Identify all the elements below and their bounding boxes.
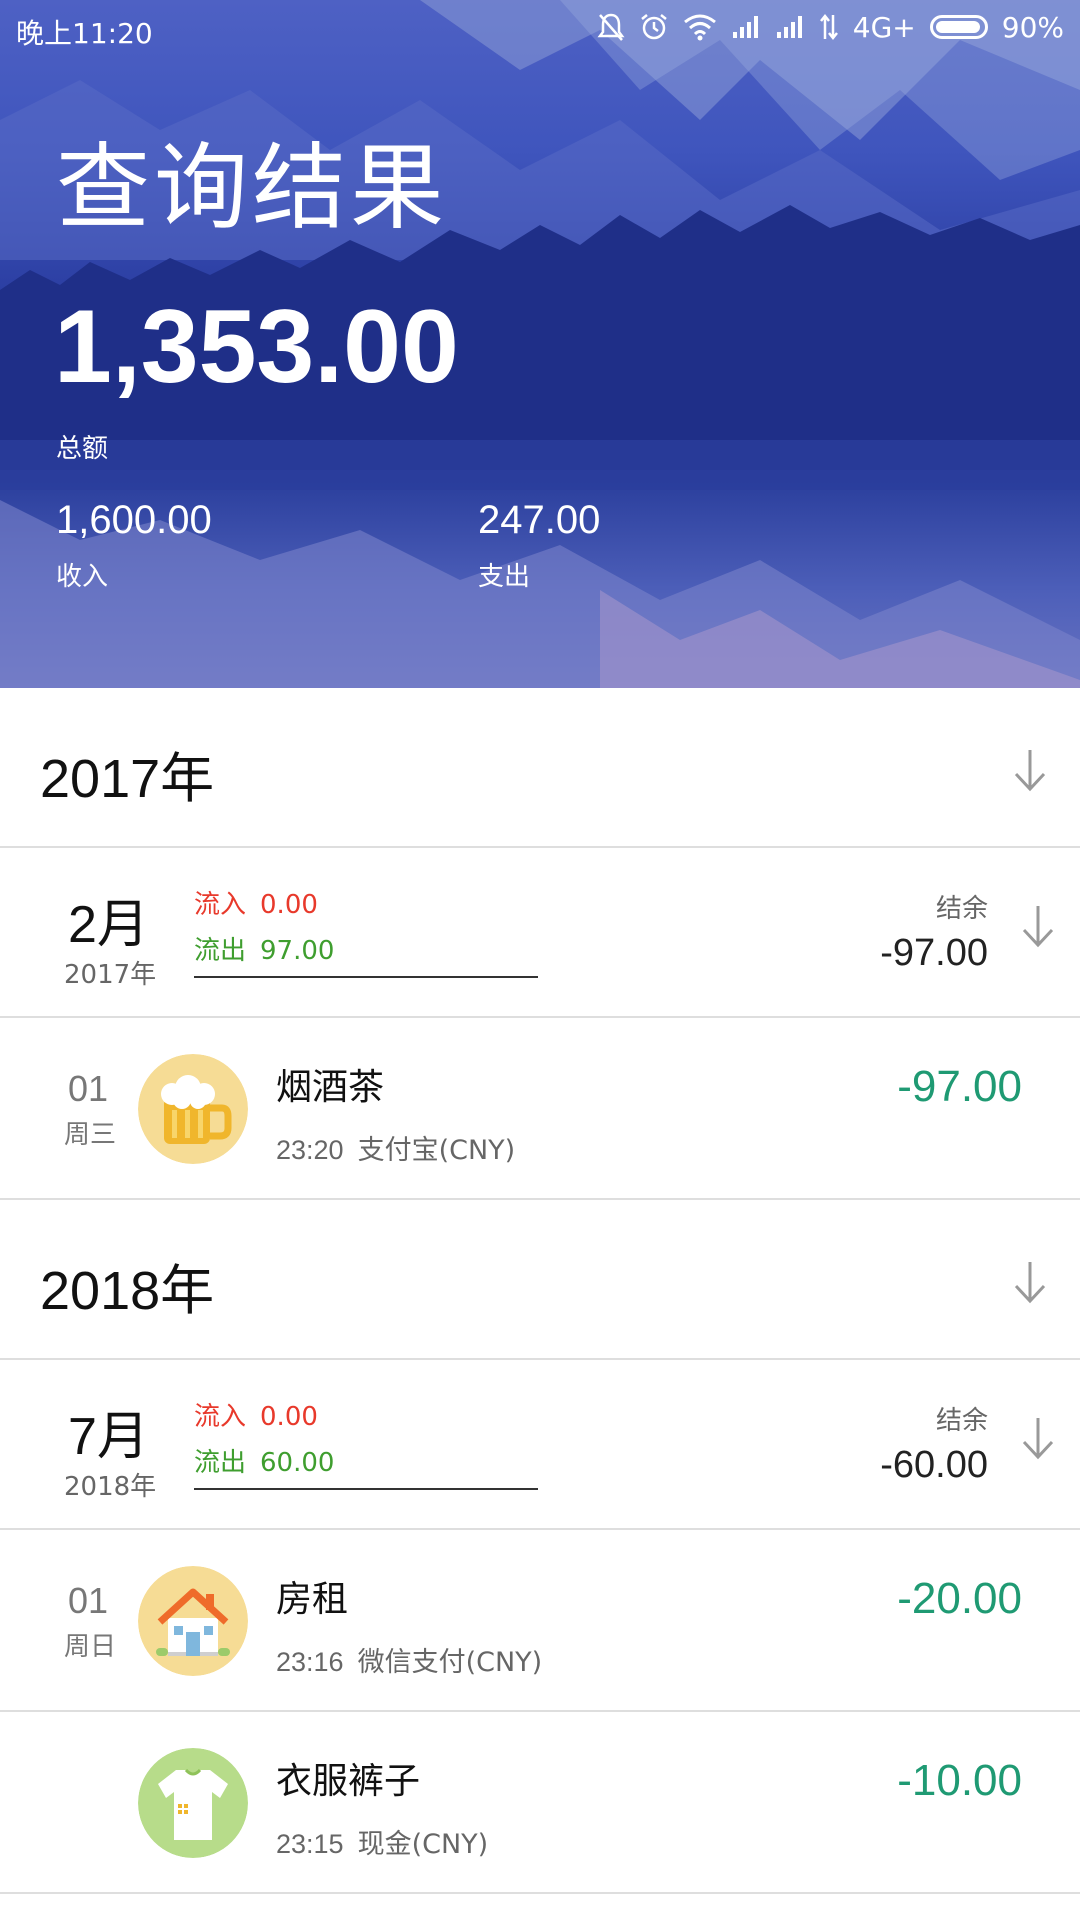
alarm-icon bbox=[639, 10, 669, 44]
inflow: 流入 0.00 bbox=[194, 1396, 318, 1433]
data-transfer-icon bbox=[819, 10, 839, 44]
total-label: 总额 bbox=[56, 434, 109, 464]
outflow-label: 流出 bbox=[194, 936, 247, 966]
transaction-list: 2017年 2月 2017年 流入 0.00 流出 97.00 结余 -97.00 … bbox=[0, 688, 1080, 1894]
income-amount: 1,600.00 bbox=[56, 498, 212, 542]
summary-header: 晚上11:20 4G+ 90% 查询结果 1,353.00 总额 1,600.0… bbox=[0, 0, 1080, 688]
transaction-account: 支付宝(CNY) bbox=[357, 1135, 516, 1166]
day-number: 01 bbox=[68, 1068, 109, 1109]
outflow: 流出 60.00 bbox=[194, 1442, 334, 1479]
shirt-icon bbox=[138, 1748, 248, 1858]
total-amount: 1,353.00 bbox=[54, 289, 459, 405]
app-screen: 晚上11:20 4G+ 90% 查询结果 1,353.00 总额 1,600.0… bbox=[0, 0, 1080, 1920]
page-title: 查询结果 bbox=[56, 134, 449, 243]
outflow-value: 97.00 bbox=[260, 936, 335, 966]
month-label: 7月 bbox=[68, 1408, 149, 1466]
transaction-details: 23:15 现金(CNY) bbox=[276, 1822, 488, 1861]
mute-bell-icon bbox=[597, 10, 625, 44]
transaction-amount: -97.00 bbox=[897, 1062, 1022, 1111]
inflow-value: 0.00 bbox=[260, 890, 318, 920]
month-summary[interactable]: 2月 2017年 流入 0.00 流出 97.00 结余 -97.00 bbox=[0, 848, 1080, 1018]
expand-arrow-icon[interactable] bbox=[1018, 902, 1058, 950]
wifi-icon bbox=[683, 10, 717, 44]
balance-label: 结余 bbox=[935, 1406, 988, 1436]
year-title: 2018年 bbox=[40, 1261, 215, 1321]
income-label: 收入 bbox=[56, 562, 109, 592]
status-icons: 4G+ 90% bbox=[597, 10, 1064, 44]
transaction-time: 23:15 bbox=[276, 1829, 344, 1859]
expand-arrow-icon[interactable] bbox=[1018, 1414, 1058, 1462]
expand-arrow-icon[interactable] bbox=[1010, 746, 1050, 794]
transaction-amount: -10.00 bbox=[897, 1756, 1022, 1805]
transaction-row[interactable]: 01 周三 烟酒茶 23:20 支付宝(CNY) -97.00 bbox=[0, 1018, 1080, 1200]
status-bar: 晚上11:20 4G+ 90% bbox=[0, 0, 1080, 56]
battery-level: 90% bbox=[1001, 10, 1064, 44]
flow-divider bbox=[194, 976, 538, 978]
weekday: 周日 bbox=[64, 1632, 117, 1662]
month-year: 2017年 bbox=[64, 960, 157, 990]
transaction-account: 现金(CNY) bbox=[357, 1829, 489, 1860]
balance-label: 结余 bbox=[935, 894, 988, 924]
day-number: 01 bbox=[68, 1580, 109, 1621]
month-label: 2月 bbox=[68, 896, 149, 954]
month-year: 2018年 bbox=[64, 1472, 157, 1502]
transaction-time: 23:16 bbox=[276, 1647, 344, 1677]
inflow-value: 0.00 bbox=[260, 1402, 318, 1432]
weekday: 周三 bbox=[64, 1120, 117, 1150]
expand-arrow-icon[interactable] bbox=[1010, 1258, 1050, 1306]
outflow-value: 60.00 bbox=[260, 1448, 335, 1478]
beer-icon bbox=[138, 1054, 248, 1164]
year-header[interactable]: 2018年 bbox=[0, 1200, 1080, 1360]
transaction-row[interactable]: 衣服裤子 23:15 现金(CNY) -10.00 bbox=[0, 1712, 1080, 1894]
transaction-category: 烟酒茶 bbox=[276, 1067, 385, 1108]
transaction-details: 23:20 支付宝(CNY) bbox=[276, 1128, 515, 1167]
month-summary[interactable]: 7月 2018年 流入 0.00 流出 60.00 结余 -60.00 bbox=[0, 1360, 1080, 1530]
transaction-account: 微信支付(CNY) bbox=[357, 1647, 543, 1678]
inflow-label: 流入 bbox=[194, 1402, 247, 1432]
inflow: 流入 0.00 bbox=[194, 884, 318, 921]
year-title: 2017年 bbox=[40, 749, 215, 809]
transaction-details: 23:16 微信支付(CNY) bbox=[276, 1640, 542, 1679]
transaction-time: 23:20 bbox=[276, 1135, 344, 1165]
transaction-amount: -20.00 bbox=[897, 1574, 1022, 1623]
year-header[interactable]: 2017年 bbox=[0, 688, 1080, 848]
balance-value: -60.00 bbox=[880, 1444, 988, 1486]
flow-divider bbox=[194, 1488, 538, 1490]
outflow: 流出 97.00 bbox=[194, 930, 334, 967]
transaction-row[interactable]: 01 周日 房租 23:16 微信支付(CNY) -20.00 bbox=[0, 1530, 1080, 1712]
balance-value: -97.00 bbox=[880, 932, 988, 974]
expense-amount: 247.00 bbox=[478, 498, 601, 542]
inflow-label: 流入 bbox=[194, 890, 247, 920]
transaction-category: 房租 bbox=[276, 1579, 349, 1620]
status-time: 晚上11:20 bbox=[16, 17, 153, 50]
signal-icon-2 bbox=[775, 10, 805, 44]
outflow-label: 流出 bbox=[194, 1448, 247, 1478]
battery-icon bbox=[929, 15, 988, 39]
transaction-category: 衣服裤子 bbox=[276, 1761, 421, 1802]
network-type: 4G+ bbox=[852, 10, 916, 44]
expense-label: 支出 bbox=[478, 562, 531, 592]
house-icon bbox=[138, 1566, 248, 1676]
signal-icon bbox=[731, 10, 761, 44]
